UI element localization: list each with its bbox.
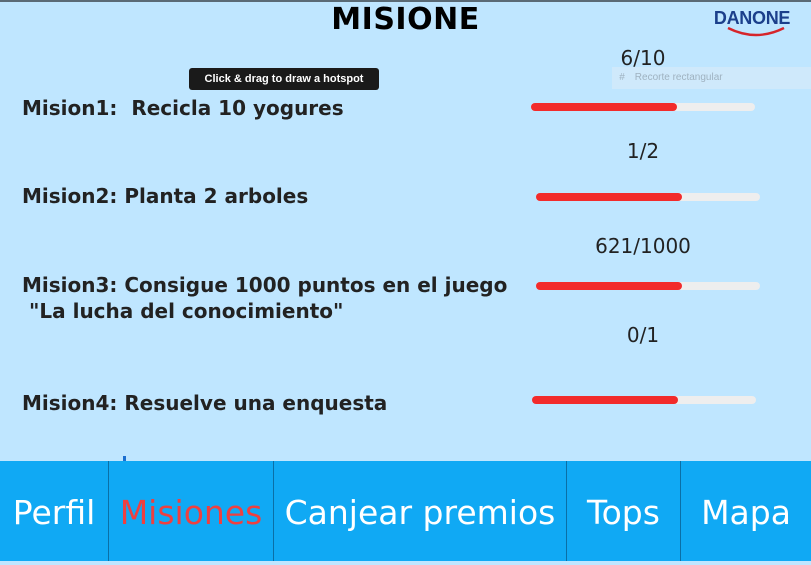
nav-item-perfil[interactable]: Perfil (0, 461, 109, 561)
nav-item-tops[interactable]: Tops (567, 461, 681, 561)
bottom-nav: Perfil Misiones Canjear premios Tops Map… (0, 461, 811, 561)
page-title: MISIONE (331, 2, 480, 37)
mission-3-progress-bar (536, 282, 760, 290)
mission-1-progress-fill (531, 103, 677, 111)
mission-3-progress-text: 621/1000 (595, 234, 691, 258)
mission-1-label: Mision1: Recicla 10 yogures (22, 96, 344, 120)
mission-4-progress-bar (532, 396, 756, 404)
hash-icon: # (619, 72, 625, 83)
mission-4-progress-text: 0/1 (626, 323, 660, 347)
logo-swoosh-icon (727, 26, 785, 37)
danone-logo: DANONE (706, 6, 798, 40)
mission-2-progress-bar (536, 193, 760, 201)
nav-item-canjear-premios[interactable]: Canjear premios (274, 461, 567, 561)
mission-3-progress-fill (536, 282, 682, 290)
mission-1-progress-bar (531, 103, 755, 111)
mission-2-progress-fill (536, 193, 682, 201)
mission-4-label: Mision4: Resuelve una enquesta (22, 391, 388, 415)
mission-2-progress-text: 1/2 (626, 139, 660, 163)
hotspot-tooltip: Click & drag to draw a hotspot (189, 68, 379, 90)
snipping-menu-label: Recorte rectangular (634, 72, 723, 83)
mission-1-progress-text: 6/10 (620, 46, 666, 70)
snipping-menu-item: # Recorte rectangular (612, 67, 811, 89)
nav-item-mapa[interactable]: Mapa (681, 461, 811, 561)
nav-item-misiones[interactable]: Misiones (109, 461, 274, 561)
mission-3-label: Mision3: Consigue 1000 puntos en el jueg… (22, 273, 508, 323)
mission-4-progress-fill (532, 396, 678, 404)
mission-2-label: Mision2: Planta 2 arboles (22, 184, 309, 208)
